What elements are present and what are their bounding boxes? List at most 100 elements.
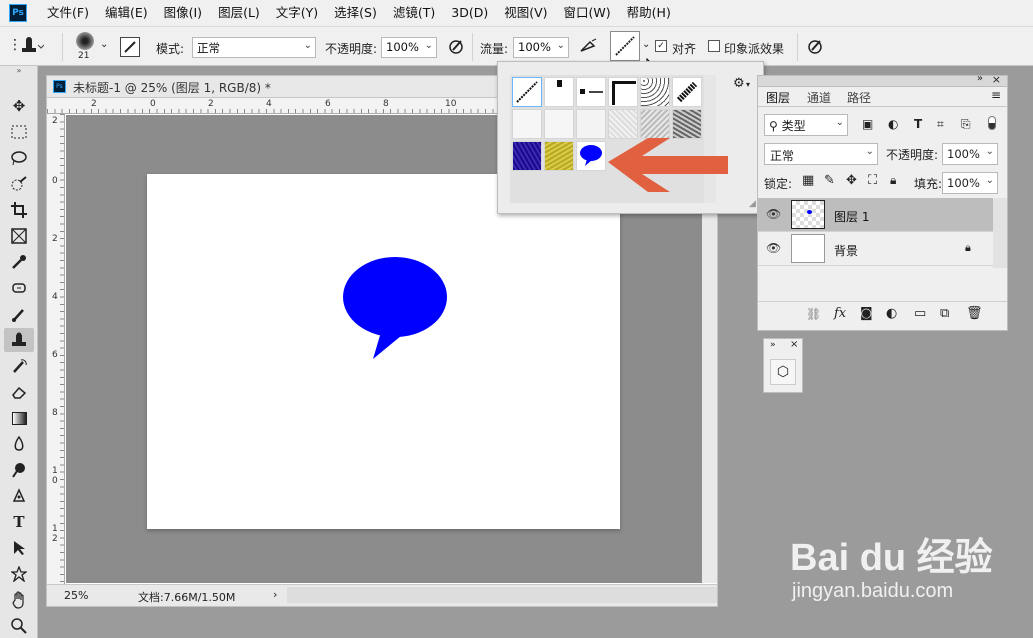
- chevron-down-icon[interactable]: ⌄: [642, 39, 650, 50]
- brush-preset-speech-bubble[interactable]: [576, 141, 606, 171]
- filter-type-icon[interactable]: T: [914, 117, 922, 131]
- menu-filter[interactable]: 滤镜(T): [385, 0, 443, 26]
- mode-select[interactable]: 正常 ⌄: [192, 37, 316, 58]
- brush-preset-diagonal-dark[interactable]: [672, 77, 702, 107]
- close-icon[interactable]: ×: [992, 73, 1001, 86]
- clone-stamp-tool-icon[interactable]: [4, 328, 34, 352]
- menu-image[interactable]: 图像(I): [156, 0, 210, 26]
- chevron-right-icon[interactable]: ›: [273, 588, 277, 601]
- lock-position-icon[interactable]: ✥: [846, 173, 857, 188]
- healing-brush-tool-icon[interactable]: [4, 276, 34, 300]
- layer-filter-select[interactable]: ⚲ 类型 ⌄: [764, 114, 848, 136]
- menu-view[interactable]: 视图(V): [496, 0, 555, 26]
- gradient-tool-icon[interactable]: [4, 406, 34, 430]
- brush-preset-soft-light-3[interactable]: [576, 109, 606, 139]
- menu-type[interactable]: 文字(Y): [268, 0, 326, 26]
- eyedropper-tool-icon[interactable]: [4, 250, 34, 274]
- lock-artboard-icon[interactable]: ⛶: [868, 173, 877, 188]
- link-layers-icon[interactable]: ⛓: [806, 307, 821, 321]
- blur-tool-icon[interactable]: [4, 432, 34, 456]
- brush-tip-icon[interactable]: [76, 32, 94, 50]
- filter-shape-icon[interactable]: ⌗: [937, 117, 944, 132]
- blend-mode-select[interactable]: 正常 ⌄: [764, 143, 878, 165]
- marquee-tool-icon[interactable]: [4, 120, 34, 144]
- brush-preset-yellow-texture[interactable]: [544, 141, 574, 171]
- collapse-icon[interactable]: »: [977, 73, 983, 84]
- fill-input[interactable]: 100% ⌄: [942, 172, 998, 194]
- brush-preset-soft-light-2[interactable]: [544, 109, 574, 139]
- menu-3d[interactable]: 3D(D): [443, 0, 496, 26]
- menu-select[interactable]: 选择(S): [326, 0, 385, 26]
- trash-icon[interactable]: 🗑︎: [966, 306, 983, 321]
- group-folder-icon[interactable]: ▭: [914, 306, 926, 321]
- brush-preset-hard-diagonal[interactable]: [512, 77, 542, 107]
- zoom-level[interactable]: 25%: [64, 589, 88, 602]
- chevron-down-icon[interactable]: ▾: [746, 80, 750, 89]
- layer-name[interactable]: 背景: [834, 242, 858, 259]
- menu-layer[interactable]: 图层(L): [210, 0, 268, 26]
- lock-transparent-icon[interactable]: ▦: [802, 173, 814, 188]
- lasso-tool-icon[interactable]: [4, 146, 34, 170]
- crop-tool-icon[interactable]: [4, 198, 34, 222]
- document-canvas[interactable]: [147, 174, 620, 529]
- visibility-eye-icon[interactable]: 👁︎: [766, 207, 781, 221]
- opacity-input[interactable]: 100% ⌄: [381, 37, 437, 58]
- brush-preset-soft-light-1[interactable]: [512, 109, 542, 139]
- quick-selection-tool-icon[interactable]: [4, 172, 34, 196]
- custom-shape-tool-icon[interactable]: [4, 562, 34, 586]
- type-tool-icon[interactable]: T: [4, 510, 34, 534]
- filter-smart-object-icon[interactable]: ⎘: [961, 117, 971, 132]
- new-layer-icon[interactable]: ⧉: [940, 306, 949, 321]
- path-selection-tool-icon[interactable]: [4, 536, 34, 560]
- brush-preset-spatter-1[interactable]: [544, 77, 574, 107]
- menu-edit[interactable]: 编辑(E): [97, 0, 156, 26]
- frame-tool-icon[interactable]: [4, 224, 34, 248]
- brush-preset-dots-texture[interactable]: [640, 77, 670, 107]
- close-icon[interactable]: ×: [790, 339, 798, 350]
- layer-row[interactable]: 👁︎ 图层 1: [758, 198, 993, 232]
- vertical-ruler[interactable]: 2 0 2 4 6 8 1 0 1 2: [47, 114, 65, 584]
- eraser-tool-icon[interactable]: [4, 380, 34, 404]
- pressure-opacity-icon[interactable]: [447, 37, 465, 59]
- dodge-tool-icon[interactable]: [4, 458, 34, 482]
- sample-all-layers-icon[interactable]: [806, 37, 826, 59]
- chevron-down-icon[interactable]: ⌄: [100, 39, 108, 50]
- menu-window[interactable]: 窗口(W): [556, 0, 619, 26]
- add-mask-icon[interactable]: ◙: [860, 306, 873, 321]
- filter-toggle-icon[interactable]: [988, 116, 996, 130]
- collapse-icon[interactable]: »: [4, 66, 34, 76]
- layer-opacity-input[interactable]: 100% ⌄: [942, 143, 998, 165]
- menu-file[interactable]: 文件(F): [39, 0, 97, 26]
- pen-tool-icon[interactable]: [4, 484, 34, 508]
- layers-scrollbar[interactable]: [993, 198, 1007, 268]
- resize-grip-icon[interactable]: ◢: [749, 199, 756, 209]
- filter-adjustment-icon[interactable]: ◐: [888, 117, 898, 131]
- collapse-icon[interactable]: »: [770, 340, 776, 350]
- filter-pixel-icon[interactable]: ▣: [862, 117, 873, 131]
- brush-preset-blue-texture[interactable]: [512, 141, 542, 171]
- lock-all-icon[interactable]: 🔒︎: [890, 173, 896, 188]
- lock-image-icon[interactable]: ✎: [824, 173, 835, 188]
- clone-stamp-preset-icon[interactable]: [18, 36, 45, 60]
- tab-layers[interactable]: 图层: [766, 89, 791, 106]
- brush-preset-picker-button[interactable]: [610, 31, 640, 61]
- fx-icon[interactable]: fx: [834, 306, 846, 321]
- brush-panel-toggle-icon[interactable]: [120, 37, 140, 57]
- horizontal-scrollbar[interactable]: [287, 587, 717, 603]
- impressionist-checkbox[interactable]: [708, 40, 720, 52]
- align-checkbox[interactable]: ✓: [655, 40, 667, 52]
- gear-icon[interactable]: ⚙: [733, 76, 745, 91]
- adjustment-layer-icon[interactable]: ◐: [886, 306, 897, 321]
- layer-name[interactable]: 图层 1: [834, 208, 869, 225]
- move-tool-icon[interactable]: ✥: [4, 94, 34, 118]
- airbrush-icon[interactable]: [578, 37, 598, 59]
- brush-preset-square-corner[interactable]: [608, 77, 638, 107]
- visibility-eye-icon[interactable]: 👁︎: [766, 241, 781, 255]
- history-brush-tool-icon[interactable]: [4, 354, 34, 378]
- brush-tool-icon[interactable]: [4, 302, 34, 326]
- speech-bubble-shape[interactable]: [343, 256, 449, 360]
- layer-row[interactable]: 👁︎ 背景 🔒︎: [758, 232, 993, 266]
- hand-tool-icon[interactable]: [4, 588, 34, 612]
- tab-channels[interactable]: 通道: [807, 89, 831, 106]
- flow-input[interactable]: 100% ⌄: [513, 37, 569, 58]
